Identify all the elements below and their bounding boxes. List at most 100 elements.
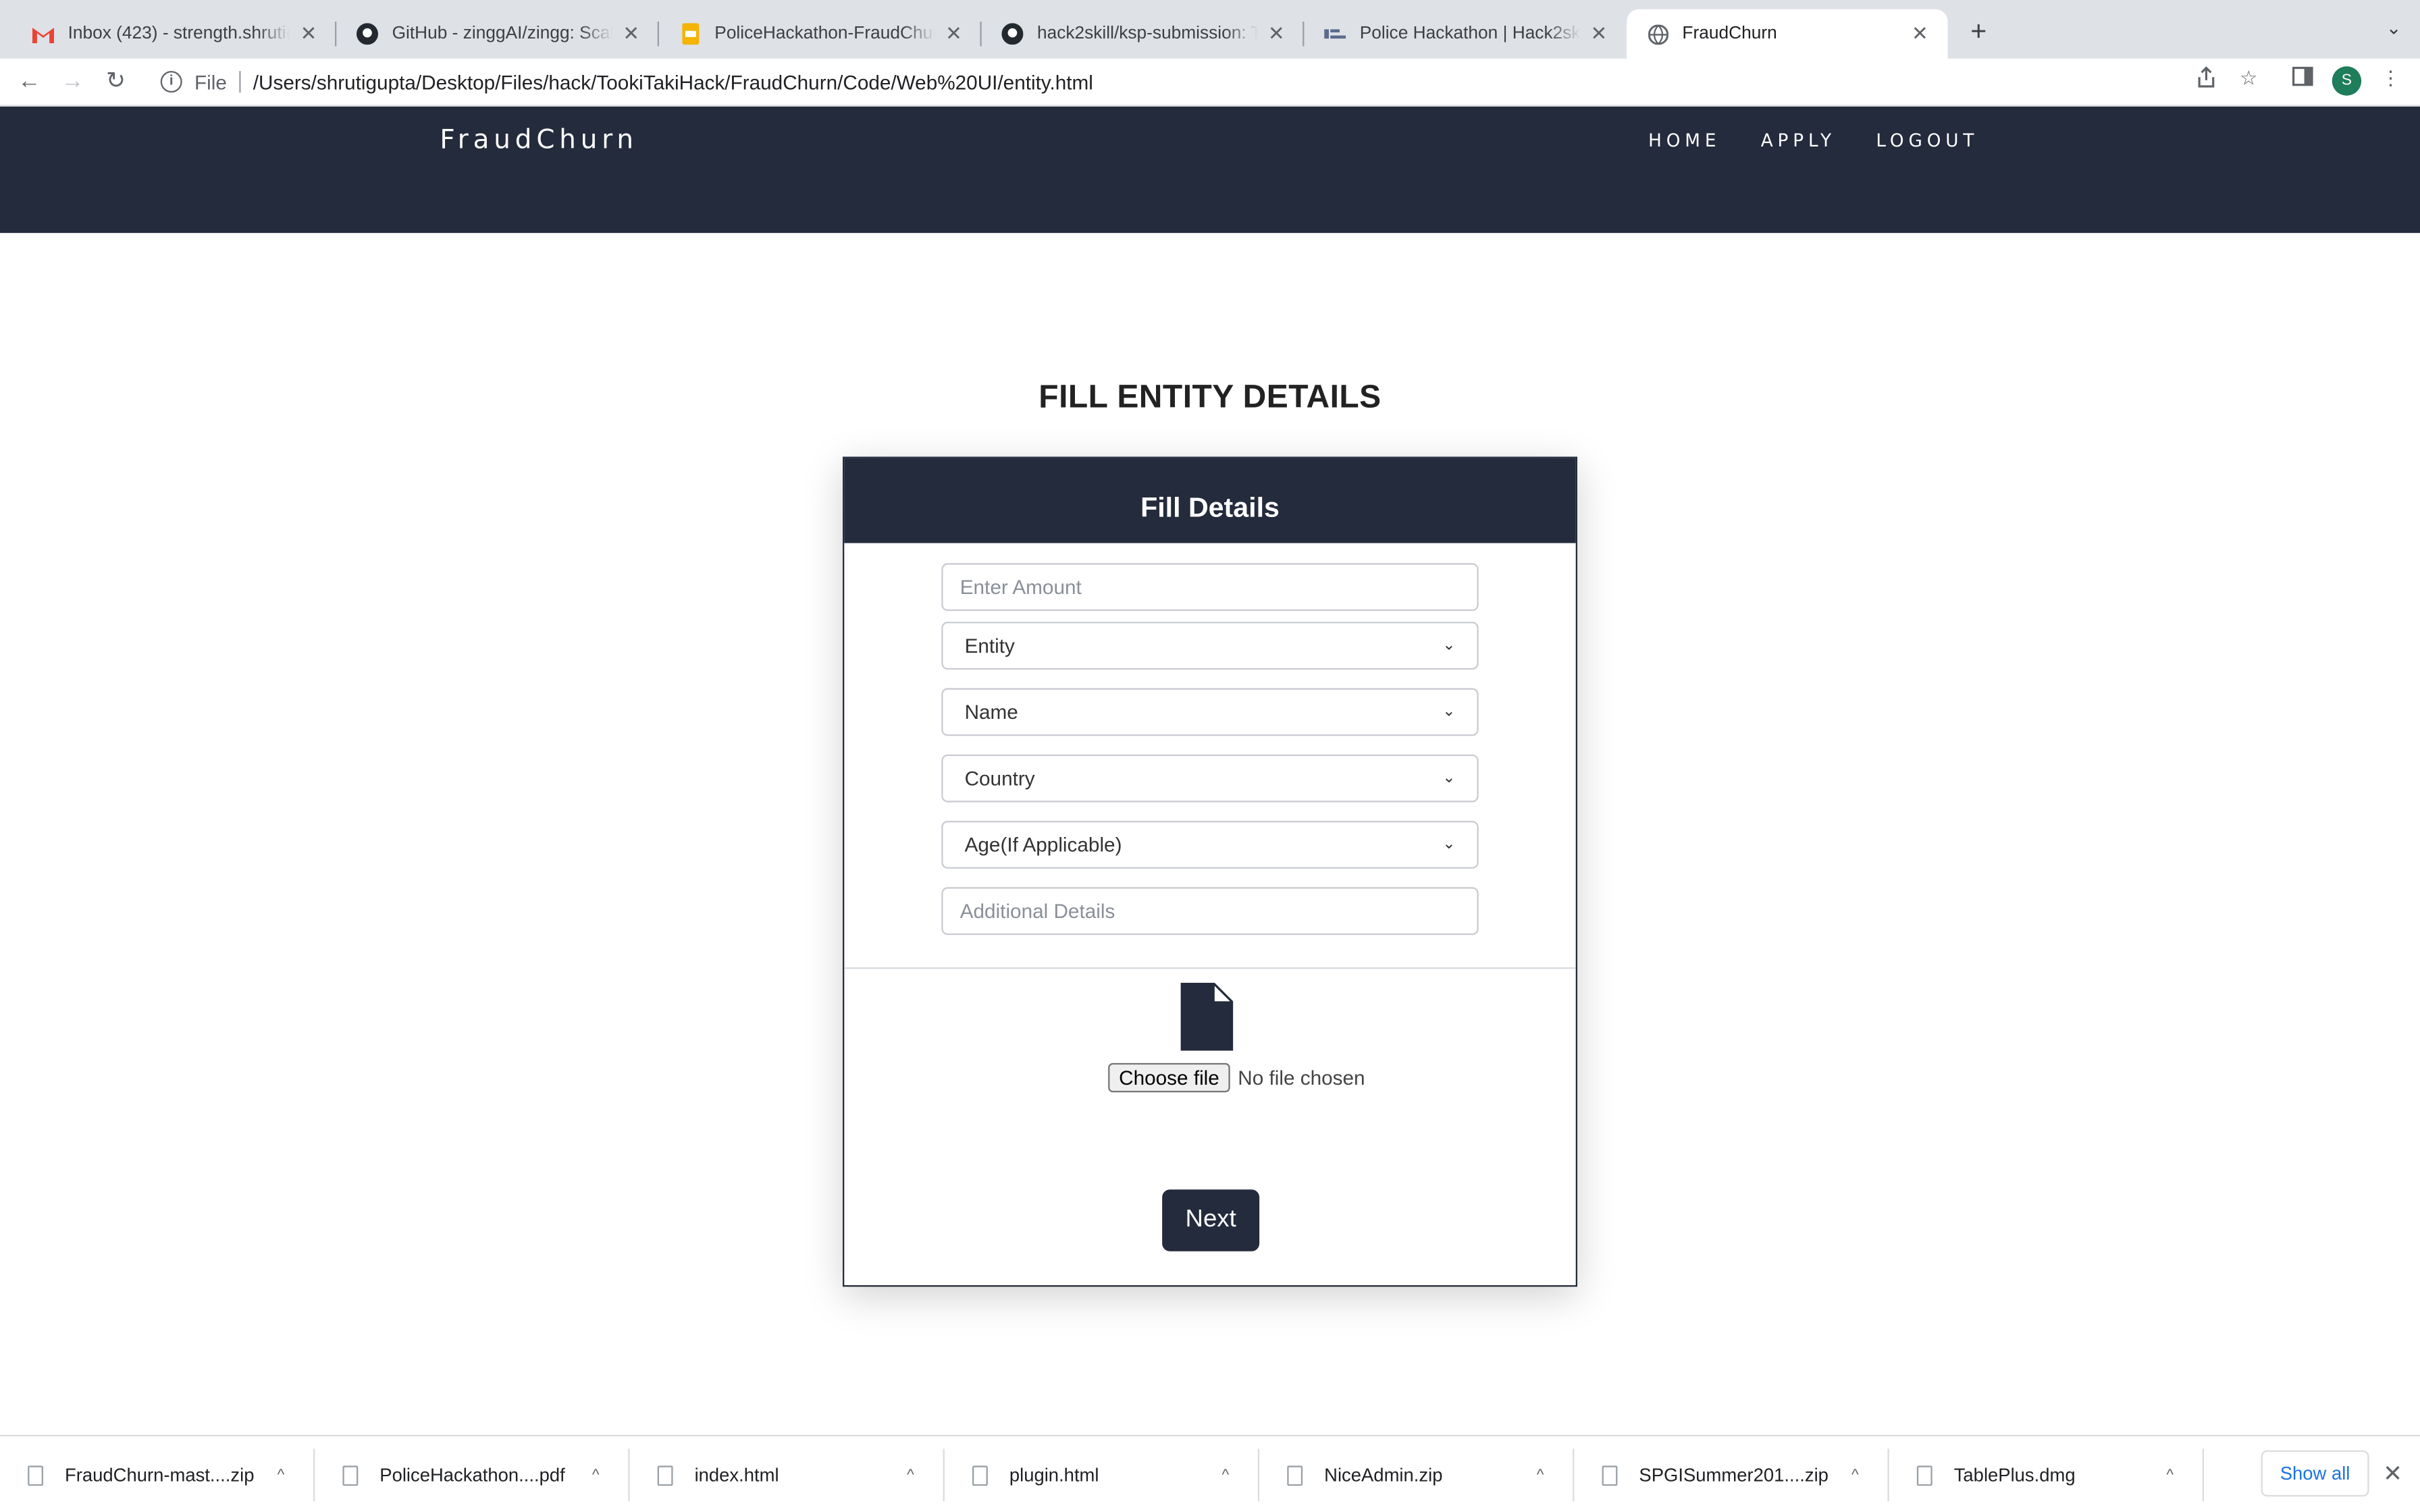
entity-form-card: Fill Details Enter Amount Entity ⌄ Name … xyxy=(843,456,1577,1287)
chevron-up-icon[interactable]: ^ xyxy=(898,1467,923,1484)
downloads-shelf: FraudChurn-mast....zip ^ PoliceHackathon… xyxy=(0,1434,2420,1512)
chevron-down-icon: ⌄ xyxy=(1442,836,1456,853)
browser-toolbar: ← → ↻ i File /Users/shrutigupta/Desktop/… xyxy=(0,58,2420,107)
hack2skill-icon xyxy=(1323,22,1348,47)
choose-file-button[interactable]: Choose file xyxy=(1108,1062,1230,1093)
age-select-value: Age(If Applicable) xyxy=(964,833,1122,857)
profile-avatar[interactable]: S xyxy=(2332,66,2362,96)
forward-arrow-icon[interactable]: → xyxy=(57,66,88,97)
bookmark-star-icon[interactable]: ☆ xyxy=(2233,66,2264,91)
chevron-up-icon[interactable]: ^ xyxy=(1528,1467,1553,1484)
close-tab-icon[interactable]: ✕ xyxy=(619,22,644,47)
download-filename: NiceAdmin.zip xyxy=(1324,1464,1443,1486)
close-tab-icon[interactable]: ✕ xyxy=(941,22,966,47)
new-tab-icon[interactable]: + xyxy=(1963,16,1994,48)
close-icon[interactable]: ✕ xyxy=(2383,1459,2402,1488)
zip-file-icon xyxy=(1602,1465,1618,1485)
download-item[interactable]: NiceAdmin.zip ^ xyxy=(1259,1436,1575,1512)
browser-tab[interactable]: Inbox (423) - strength.shruti@ ✕ xyxy=(12,9,337,59)
address-scheme: File xyxy=(194,70,227,94)
download-item[interactable]: SPGISummer201....zip ^ xyxy=(1574,1436,1889,1512)
close-tab-icon[interactable]: ✕ xyxy=(1264,22,1289,47)
download-filename: index.html xyxy=(694,1464,779,1486)
show-all-downloads-button[interactable]: Show all xyxy=(2261,1450,2369,1497)
globe-icon xyxy=(1646,22,1671,47)
download-item[interactable]: FraudChurn-mast....zip ^ xyxy=(0,1436,315,1512)
browser-tab[interactable]: hack2skill/ksp-submission: Thi ✕ xyxy=(982,9,1305,59)
zip-file-icon xyxy=(28,1465,43,1485)
age-select[interactable]: Age(If Applicable) ⌄ xyxy=(941,821,1479,869)
dmg-file-icon xyxy=(1916,1465,1932,1485)
pdf-file-icon xyxy=(342,1465,359,1485)
browser-menu-icon[interactable]: ⋮ xyxy=(2375,66,2406,91)
chevron-up-icon[interactable]: ^ xyxy=(269,1467,294,1484)
browser-tab[interactable]: GitHub - zinggAI/zingg: Scalab ✕ xyxy=(336,9,660,59)
download-filename: SPGISummer201....zip xyxy=(1639,1464,1829,1486)
web-page: FraudChurn HOME APPLY LOGOUT FILL ENTITY… xyxy=(0,106,2420,1435)
tab-title: GitHub - zinggAI/zingg: Scalab xyxy=(392,24,613,43)
close-tab-icon[interactable]: ✕ xyxy=(296,22,321,47)
next-button[interactable]: Next xyxy=(1162,1189,1260,1251)
nav-link-logout[interactable]: LOGOUT xyxy=(1876,130,1978,151)
html-file-icon xyxy=(657,1465,673,1485)
browser-tab-active[interactable]: FraudChurn ✕ xyxy=(1627,9,1948,59)
close-tab-icon[interactable]: ✕ xyxy=(1587,22,1612,47)
nav-link-home[interactable]: HOME xyxy=(1648,130,1720,151)
tab-title: Police Hackathon | Hack2skill | xyxy=(1359,24,1581,43)
browser-tab[interactable]: Police Hackathon | Hack2skill | ✕ xyxy=(1304,9,1627,59)
back-arrow-icon[interactable]: ← xyxy=(14,66,45,97)
download-filename: TablePlus.dmg xyxy=(1953,1464,2076,1486)
tab-title: hack2skill/ksp-submission: Thi xyxy=(1037,24,1258,43)
entity-select-value: Entity xyxy=(964,634,1015,657)
github-icon xyxy=(355,22,380,47)
name-select[interactable]: Name ⌄ xyxy=(941,688,1479,736)
nav-link-apply[interactable]: APPLY xyxy=(1761,130,1836,151)
amount-input[interactable]: Enter Amount xyxy=(941,563,1479,612)
country-select-value: Country xyxy=(964,767,1035,790)
page-title: FILL ENTITY DETAILS xyxy=(1038,379,1382,415)
site-nav-links: HOME APPLY LOGOUT xyxy=(1648,130,1978,151)
download-item[interactable]: TablePlus.dmg ^ xyxy=(1889,1436,2205,1512)
card-title: Fill Details xyxy=(844,458,1576,543)
additional-details-placeholder: Additional Details xyxy=(959,899,1115,923)
address-bar[interactable]: i File /Users/shrutigupta/Desktop/Files/… xyxy=(148,63,2278,101)
zip-file-icon xyxy=(1287,1465,1303,1485)
additional-details-input[interactable]: Additional Details xyxy=(941,887,1479,936)
github-icon xyxy=(1000,22,1025,47)
tab-title: PoliceHackathon-FraudChurn - xyxy=(714,24,936,43)
country-select[interactable]: Country ⌄ xyxy=(941,754,1479,803)
browser-tab-strip: Inbox (423) - strength.shruti@ ✕ GitHub … xyxy=(0,0,2420,59)
close-tab-icon[interactable]: ✕ xyxy=(1908,22,1932,47)
file-status: No file chosen xyxy=(1238,1066,1365,1089)
entity-select[interactable]: Entity ⌄ xyxy=(941,622,1479,670)
site-brand[interactable]: FraudChurn xyxy=(440,125,638,156)
file-icon xyxy=(1180,983,1234,1051)
slides-icon xyxy=(677,22,702,47)
tab-title: Inbox (423) - strength.shruti@ xyxy=(68,24,290,43)
chevron-down-icon: ⌄ xyxy=(1442,637,1456,655)
amount-placeholder: Enter Amount xyxy=(959,575,1082,599)
chevron-up-icon[interactable]: ^ xyxy=(1843,1467,1868,1484)
address-divider xyxy=(239,71,241,93)
chevron-down-icon: ⌄ xyxy=(1442,770,1456,787)
browser-tab[interactable]: PoliceHackathon-FraudChurn - ✕ xyxy=(659,9,982,59)
site-info-icon[interactable]: i xyxy=(160,71,182,93)
chevron-up-icon[interactable]: ^ xyxy=(2157,1467,2182,1484)
address-url[interactable]: /Users/shrutigupta/Desktop/Files/hack/To… xyxy=(253,70,1093,93)
reload-icon[interactable]: ↻ xyxy=(101,66,132,97)
download-item[interactable]: index.html ^ xyxy=(630,1436,945,1512)
download-item[interactable]: plugin.html ^ xyxy=(945,1436,1260,1512)
name-select-value: Name xyxy=(964,700,1018,724)
html-file-icon xyxy=(972,1465,988,1485)
gmail-icon xyxy=(31,22,56,47)
download-item[interactable]: PoliceHackathon....pdf ^ xyxy=(315,1436,630,1512)
tab-search-chevron-icon[interactable]: ⌄ xyxy=(2386,17,2402,38)
chevron-up-icon[interactable]: ^ xyxy=(583,1467,608,1484)
share-icon[interactable] xyxy=(2190,66,2221,92)
side-panel-icon[interactable] xyxy=(2287,66,2318,91)
chevron-down-icon: ⌄ xyxy=(1442,703,1456,721)
download-filename: plugin.html xyxy=(1009,1464,1099,1486)
file-upload: Choose file No file chosen xyxy=(1108,1062,1365,1093)
tab-title: FraudChurn xyxy=(1682,24,1777,43)
chevron-up-icon[interactable]: ^ xyxy=(1213,1467,1238,1484)
